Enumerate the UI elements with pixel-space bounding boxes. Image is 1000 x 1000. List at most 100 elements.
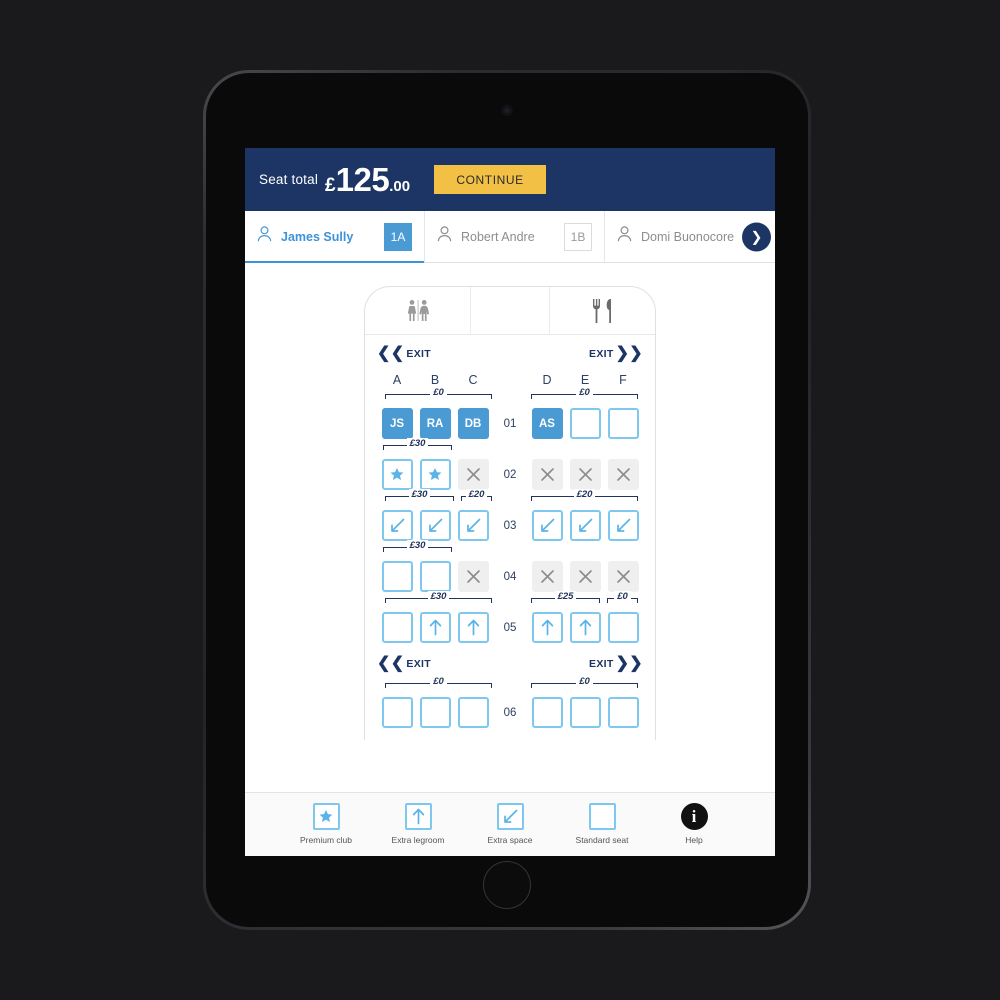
- seat-06D[interactable]: [531, 697, 563, 728]
- passenger-seat-badge[interactable]: 1A: [384, 222, 412, 251]
- seat-cell: [528, 612, 566, 643]
- seat-cell: [528, 510, 566, 541]
- star-icon: [312, 803, 340, 831]
- continue-button[interactable]: CONTINUE: [434, 165, 547, 194]
- seat-05F[interactable]: [607, 612, 639, 643]
- tablet-bezel: Seat total £ 125 .00 CONTINUE James Sull…: [206, 73, 808, 927]
- price-bracket-row02-left-0: £30: [383, 438, 453, 456]
- seat-05E[interactable]: [569, 612, 601, 643]
- price-bracket-row05-right-0: £25: [531, 591, 601, 609]
- legend-label: Premium club: [300, 835, 352, 846]
- seat-06C[interactable]: [457, 697, 489, 728]
- row-number-05: 05: [503, 621, 517, 634]
- price-row-03: £30 £20 £20: [365, 489, 655, 507]
- seat-total-price: £ 125 .00: [325, 161, 410, 199]
- exit-row-front: ❮❮ EXIT EXIT ❯❯: [365, 335, 655, 369]
- seat-01D[interactable]: AS: [531, 408, 563, 439]
- seat-04A[interactable]: [381, 561, 413, 592]
- price-brackets-right: £20: [528, 487, 638, 507]
- seat-cell: [566, 697, 604, 728]
- seat-cell: [528, 459, 566, 490]
- legend-item-info[interactable]: i Help: [663, 803, 725, 845]
- price-row-01: £0 £0: [365, 387, 655, 405]
- price-bracket-row06-left-0: £0: [385, 676, 492, 694]
- price-label: £0: [576, 676, 593, 687]
- passenger-name: Robert Andre: [461, 229, 535, 244]
- legend-item-standard[interactable]: Standard seat: [571, 803, 633, 845]
- seat-cell: [604, 561, 642, 592]
- seat-03C[interactable]: [457, 510, 489, 541]
- seat-05A[interactable]: [381, 612, 413, 643]
- passenger-tab-2[interactable]: Robert Andre 1B: [425, 211, 605, 262]
- row-number-02: 02: [503, 468, 517, 481]
- seat-06B[interactable]: [419, 697, 451, 728]
- seat-03E[interactable]: [569, 510, 601, 541]
- seat-01E[interactable]: [569, 408, 601, 439]
- legend-item-star[interactable]: Premium club: [295, 803, 357, 845]
- home-button[interactable]: [483, 861, 531, 909]
- seat-06F[interactable]: [607, 697, 639, 728]
- price-brackets-right: £0: [528, 674, 638, 694]
- seat-cell: [528, 697, 566, 728]
- expand-arrow-icon: [428, 518, 442, 532]
- seat-06E[interactable]: [569, 697, 601, 728]
- price-brackets-left: £30: [382, 589, 492, 609]
- arrow-up-icon: [579, 619, 591, 636]
- seat-cell: [604, 459, 642, 490]
- exit-label-right-rear: EXIT: [589, 658, 614, 670]
- person-icon: [617, 226, 632, 247]
- seat-05B[interactable]: [419, 612, 451, 643]
- seat-05D[interactable]: [531, 612, 563, 643]
- price-brackets-right: £0: [528, 385, 638, 405]
- seat-cell: JS: [378, 408, 416, 439]
- seat-01F[interactable]: [607, 408, 639, 439]
- legend-item-legroom[interactable]: Extra legroom: [387, 803, 449, 845]
- person-icon: [257, 226, 272, 247]
- price-brackets-left: £0: [382, 385, 492, 405]
- seat-cell: [454, 459, 492, 490]
- seat-cell: AS: [528, 408, 566, 439]
- seat-map-scroll[interactable]: ❮❮ EXIT EXIT ❯❯ ABCDEF £0 £0 JS RA DB 01 AS £30…: [245, 263, 775, 856]
- price-row-06: £0 £0: [365, 676, 655, 694]
- cross-icon: [578, 570, 592, 583]
- price-label: £30: [427, 591, 450, 602]
- passenger-tab-1[interactable]: James Sully 1A: [245, 211, 425, 263]
- cross-icon: [466, 468, 480, 481]
- seat-cell: [566, 408, 604, 439]
- seat-cell: [566, 561, 604, 592]
- seat-03B[interactable]: [419, 510, 451, 541]
- cabin-body: ❮❮ EXIT EXIT ❯❯ ABCDEF £0 £0 JS RA DB 01 AS £30…: [364, 335, 656, 740]
- seat-06A[interactable]: [381, 697, 413, 728]
- passenger-seat-badge[interactable]: 1B: [564, 222, 592, 251]
- seat-cell: [416, 561, 454, 592]
- seat-cell: DB: [454, 408, 492, 439]
- seat-03D[interactable]: [531, 510, 563, 541]
- seat-01B[interactable]: RA: [419, 408, 451, 439]
- seat-05C[interactable]: [457, 612, 489, 643]
- nose-facilities: [365, 287, 655, 335]
- standard-icon: [588, 803, 616, 831]
- lavatory-icon: [365, 287, 471, 334]
- aisle-gap: [492, 373, 528, 387]
- seat-02B[interactable]: [419, 459, 451, 490]
- seat-cell: [378, 459, 416, 490]
- seat-02A[interactable]: [381, 459, 413, 490]
- price-bracket-row01-right-0: £0: [531, 387, 638, 405]
- legroom-icon: [404, 803, 432, 831]
- seat-04B[interactable]: [419, 561, 451, 592]
- legend-label: Extra space: [487, 835, 533, 846]
- price-bracket-row04-left-0: £30: [383, 540, 453, 558]
- seat-02D: [531, 459, 563, 490]
- legend-label: Help: [685, 835, 703, 846]
- legend-item-space[interactable]: Extra space: [479, 803, 541, 845]
- space-icon: [496, 803, 524, 831]
- seat-01A[interactable]: JS: [381, 408, 413, 439]
- seat-cell: [454, 697, 492, 728]
- seat-cell: [566, 459, 604, 490]
- seat-03F[interactable]: [607, 510, 639, 541]
- seat-03A[interactable]: [381, 510, 413, 541]
- passenger-tabs-next-button[interactable]: ❯: [742, 222, 771, 251]
- seat-01C[interactable]: DB: [457, 408, 489, 439]
- exit-label-right: EXIT: [589, 348, 614, 360]
- seat-row-05: 05: [365, 609, 655, 645]
